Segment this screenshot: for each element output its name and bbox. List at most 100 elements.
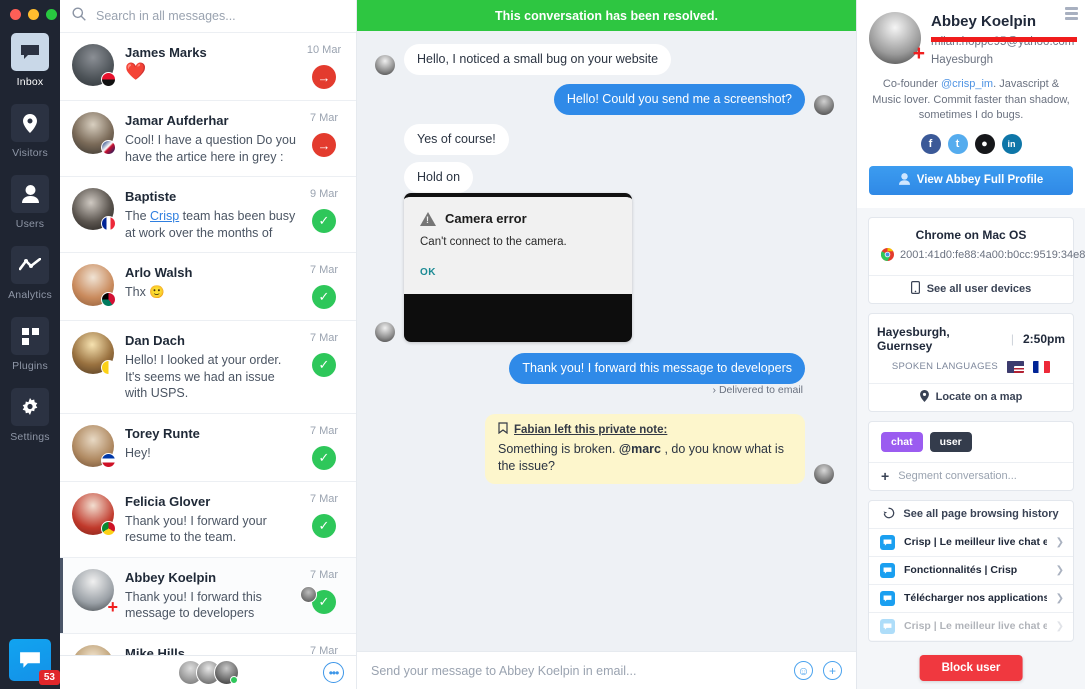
plus-badge-icon: + xyxy=(107,596,118,617)
message-preview: Hello! I looked at your order. It's seem… xyxy=(125,353,282,400)
operator-avatar[interactable] xyxy=(213,660,239,685)
user-icon xyxy=(11,175,49,213)
hamburger-icon[interactable] xyxy=(1065,7,1078,22)
list-item[interactable]: Baptiste The Crisp team has been busy at… xyxy=(60,177,356,253)
message-preview: Hey! xyxy=(125,445,151,460)
add-segment-placeholder: Segment conversation... xyxy=(898,470,1017,482)
location-time: 2:50pm xyxy=(1022,331,1065,346)
sidebar-item-users[interactable]: Users xyxy=(0,175,60,230)
contact-name: Felicia Glover xyxy=(125,493,211,509)
conversation-panel: This conversation has been resolved. Hel… xyxy=(357,0,856,689)
bio-before: Co-founder xyxy=(882,78,941,90)
dialog-title-row: Camera error xyxy=(420,211,616,226)
sidebar-item-label: Analytics xyxy=(8,289,52,301)
message-bubble: Hello! Could you send me a screenshot? xyxy=(553,84,805,115)
sidebar-item-settings[interactable]: Settings xyxy=(0,388,60,443)
plus-circle-icon[interactable]: + xyxy=(823,661,842,680)
see-all-devices-label: See all user devices xyxy=(926,283,1032,295)
delivery-status: › Delivered to email xyxy=(375,384,803,396)
crisp-link[interactable]: Crisp xyxy=(150,209,179,223)
dialog-ok-button[interactable]: OK xyxy=(420,267,616,278)
list-item-selected[interactable]: + Abbey Koelpin Thank you! I forward thi… xyxy=(60,557,356,634)
history-item[interactable]: Crisp | Le meilleur live chat et suppo ❯ xyxy=(869,613,1073,641)
contact-email-wrap: milan.hoppe95@yahoo.com xyxy=(931,32,1078,50)
camera-error-dialog: Camera error Can't connect to the camera… xyxy=(404,197,632,294)
phone-icon xyxy=(910,281,920,297)
avatar xyxy=(72,264,116,307)
plus-badge-icon: + xyxy=(912,42,925,65)
sidebar-item-label: Inbox xyxy=(16,76,44,88)
message-date: 7 Mar xyxy=(309,568,339,581)
list-item[interactable]: James Marks ❤️ 10 Mar → xyxy=(60,33,356,101)
history-item[interactable]: Crisp | Le meilleur live chat et suppo ❯ xyxy=(869,529,1073,557)
mention[interactable]: @marc xyxy=(619,442,661,456)
status-badge-pending: → xyxy=(312,133,336,157)
sidebar-item-analytics[interactable]: Analytics xyxy=(0,246,60,301)
history-item[interactable]: Fonctionnalités | Crisp ❯ xyxy=(869,557,1073,585)
list-item[interactable]: Mike Hills 💪 7 Mar ✓ xyxy=(60,634,356,655)
see-browsing-history-button[interactable]: See all page browsing history xyxy=(869,501,1073,529)
history-item[interactable]: Télécharger nos applications | Crisp ❯ xyxy=(869,585,1073,613)
facebook-icon[interactable]: f xyxy=(920,133,941,154)
linkedin-icon[interactable]: in xyxy=(1001,133,1022,154)
avatar xyxy=(72,44,116,87)
history-item-title: Télécharger nos applications | Crisp xyxy=(904,592,1047,604)
sidebar-item-visitors[interactable]: Visitors xyxy=(0,104,60,159)
device-title: Chrome on Mac OS xyxy=(915,227,1027,242)
message-row-incoming: Hello, I noticed a small bug on your web… xyxy=(375,44,834,75)
analytics-icon xyxy=(11,246,49,284)
see-all-devices-button[interactable]: See all user devices xyxy=(869,274,1073,303)
list-footer: ••• xyxy=(60,655,356,689)
close-window-button[interactable] xyxy=(10,9,21,20)
add-segment-row[interactable]: + Segment conversation... xyxy=(869,461,1073,490)
chrome-icon xyxy=(880,247,894,265)
assigned-agent-avatar xyxy=(300,585,317,603)
locate-on-map-button[interactable]: Locate on a map xyxy=(869,382,1073,411)
user-icon xyxy=(898,172,910,188)
location-card: Hayesburgh, Guernsey | 2:50pm SPOKEN LAN… xyxy=(868,312,1074,412)
bio-handle[interactable]: @crisp_im xyxy=(941,78,993,90)
list-item[interactable]: Felicia Glover Thank you! I forward your… xyxy=(60,482,356,558)
more-options-button[interactable]: ••• xyxy=(323,662,344,683)
crisp-icon xyxy=(880,618,895,634)
plugins-icon xyxy=(11,317,49,355)
sidebar-item-plugins[interactable]: Plugins xyxy=(0,317,60,372)
screenshot-attachment[interactable]: Camera error Can't connect to the camera… xyxy=(404,193,632,342)
block-user-button[interactable]: Block user xyxy=(919,655,1023,681)
view-full-profile-button[interactable]: View Abbey Full Profile xyxy=(869,165,1073,195)
crisp-icon xyxy=(880,534,895,550)
device-ip-row: 2001:41d0:fe88:4a00:b0cc:9519:34e8:c3bd xyxy=(869,242,1085,275)
list-item[interactable]: Jamar Aufderhar Cool! I have a question … xyxy=(60,101,356,177)
segment-tag-user[interactable]: user xyxy=(929,431,972,452)
sidebar-item-inbox[interactable]: Inbox xyxy=(0,33,60,88)
unread-badge: 53 xyxy=(38,670,60,685)
search-input[interactable] xyxy=(96,9,344,23)
redaction-bar xyxy=(931,37,1078,42)
history-item-title: Fonctionnalités | Crisp xyxy=(904,564,1018,576)
segments-card: chat user + Segment conversation... xyxy=(868,420,1074,491)
status-badge-resolved: ✓ xyxy=(312,285,336,309)
list-item[interactable]: Dan Dach Hello! I looked at your order. … xyxy=(60,321,356,414)
chevron-right-icon: ❯ xyxy=(1055,564,1064,576)
chevron-right-icon: › xyxy=(712,384,717,396)
maximize-window-button[interactable] xyxy=(46,9,57,20)
contact-name: Torey Runte xyxy=(125,425,200,441)
message-input[interactable] xyxy=(371,663,784,678)
list-item[interactable]: Torey Runte Hey! 7 Mar ✓ xyxy=(60,414,356,482)
private-note-author-text: Fabian left this private note: xyxy=(514,423,668,436)
list-item[interactable]: Arlo Walsh Thx 🙂 7 Mar ✓ xyxy=(60,253,356,321)
history-item-title: Crisp | Le meilleur live chat et suppo xyxy=(904,536,1047,548)
github-icon[interactable]: ● xyxy=(974,133,995,154)
crisp-app-launcher[interactable]: 53 xyxy=(9,639,60,685)
avatar xyxy=(72,492,116,536)
message-row-outgoing: Hello! Could you send me a screenshot? xyxy=(375,84,834,115)
smiley-icon[interactable]: ☺ xyxy=(794,661,813,680)
message-date: 9 Mar xyxy=(309,188,339,200)
segment-tag-chat[interactable]: chat xyxy=(881,431,923,452)
twitter-icon[interactable]: t xyxy=(947,133,968,154)
private-note-header: Fabian left this private note: xyxy=(498,422,792,437)
minimize-window-button[interactable] xyxy=(28,9,39,20)
crisp-icon xyxy=(880,590,895,606)
crisp-app-window: Inbox Visitors Users Analytics Plugins S… xyxy=(0,0,1085,689)
message-bubble: Thank you! I forward this message to dev… xyxy=(509,353,805,384)
